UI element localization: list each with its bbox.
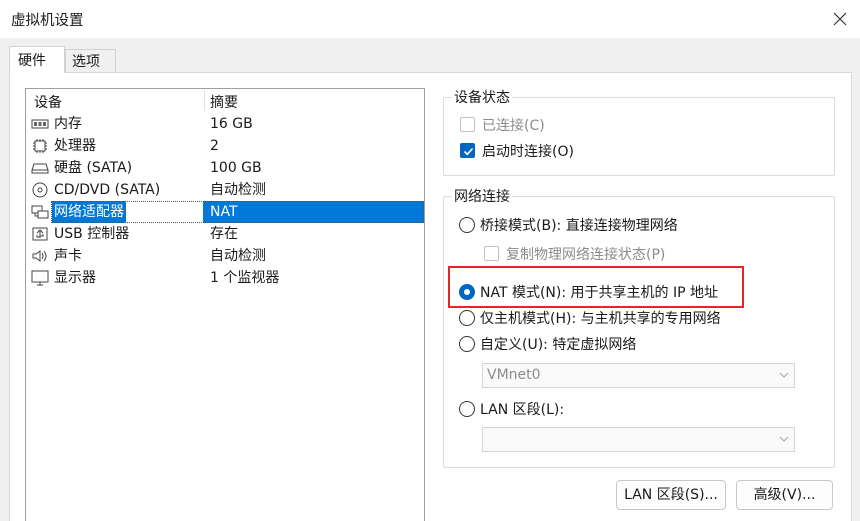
- checkbox-box[interactable]: [460, 143, 475, 158]
- chevron-down-icon: [779, 436, 789, 442]
- device-row-display[interactable]: 显示器 1 个监视器: [26, 267, 424, 289]
- tab-hardware[interactable]: 硬件: [9, 46, 65, 73]
- radio-button[interactable]: [459, 336, 475, 352]
- device-row-usb[interactable]: USB 控制器 存在: [26, 223, 424, 245]
- device-name: 硬盘 (SATA): [54, 160, 133, 176]
- device-list-header: 设备 摘要: [26, 89, 424, 113]
- radio-label: 桥接模式(B): 直接连接物理网络: [480, 218, 678, 234]
- monitor-icon: [31, 270, 49, 286]
- radio-button[interactable]: [459, 310, 475, 326]
- device-name: 内存: [54, 116, 82, 132]
- device-summary: 1 个监视器: [210, 270, 280, 286]
- advanced-button[interactable]: 高级(V)...: [736, 480, 833, 510]
- device-summary: 100 GB: [210, 160, 262, 176]
- device-name: 声卡: [54, 248, 82, 264]
- device-row-hard-disk[interactable]: 硬盘 (SATA) 100 GB: [26, 157, 424, 179]
- speaker-icon: [31, 248, 49, 264]
- device-summary: NAT: [210, 204, 238, 220]
- checkbox-box[interactable]: [460, 117, 475, 132]
- network-connection-group: 网络连接 桥接模式(B): 直接连接物理网络 复制物理网络连接状态(P) NAT…: [443, 186, 835, 468]
- lan-segment-select[interactable]: [482, 427, 795, 452]
- checkbox-label: 复制物理网络连接状态(P): [506, 247, 666, 263]
- group-title: 网络连接: [452, 186, 512, 206]
- device-name: USB 控制器: [54, 226, 130, 242]
- device-row-sound-card[interactable]: 声卡 自动检测: [26, 245, 424, 267]
- device-row-memory[interactable]: 内存 16 GB: [26, 113, 424, 135]
- custom-network-select[interactable]: VMnet0: [482, 363, 795, 388]
- column-header-device[interactable]: 设备: [34, 92, 62, 112]
- device-summary: 16 GB: [210, 116, 253, 132]
- device-name: 网络适配器: [52, 201, 126, 223]
- device-summary: 存在: [210, 226, 238, 242]
- device-row-cd-dvd[interactable]: CD/DVD (SATA) 自动检测: [26, 179, 424, 201]
- tab-options[interactable]: 选项: [65, 49, 116, 73]
- cd-dvd-icon: [31, 182, 49, 198]
- close-icon: [833, 12, 847, 26]
- group-title: 设备状态: [452, 87, 512, 107]
- device-summary: 自动检测: [210, 182, 266, 198]
- lan-segments-button[interactable]: LAN 区段(S)...: [616, 480, 726, 510]
- tab-hardware-label: 硬件: [18, 53, 46, 69]
- radio-label: 自定义(U): 特定虚拟网络: [480, 337, 637, 353]
- processor-icon: [31, 138, 49, 154]
- tab-options-label: 选项: [72, 54, 100, 70]
- select-value: VMnet0: [487, 367, 541, 383]
- radio-label: LAN 区段(L):: [480, 402, 565, 418]
- title-bar: 虚拟机设置: [0, 0, 860, 38]
- device-summary: 自动检测: [210, 248, 266, 264]
- network-adapter-icon: [31, 204, 49, 220]
- checkbox-label: 启动时连接(O): [482, 144, 574, 160]
- close-button[interactable]: [820, 0, 860, 38]
- radio-button[interactable]: [459, 217, 475, 233]
- device-summary: 2: [210, 138, 219, 154]
- device-row-network-adapter[interactable]: 网络适配器 NAT: [26, 201, 424, 223]
- hard-disk-icon: [31, 160, 49, 176]
- device-name: 显示器: [54, 270, 96, 286]
- check-icon: [463, 147, 474, 156]
- checkbox-label: 已连接(C): [482, 118, 545, 134]
- radio-button[interactable]: [459, 401, 475, 417]
- window-title: 虚拟机设置: [11, 13, 84, 29]
- column-header-summary[interactable]: 摘要: [210, 92, 238, 112]
- device-name: 处理器: [54, 138, 96, 154]
- device-row-processor[interactable]: 处理器 2: [26, 135, 424, 157]
- checkbox-box[interactable]: [484, 246, 499, 261]
- column-divider[interactable]: [204, 91, 205, 111]
- device-name: CD/DVD (SATA): [54, 182, 161, 198]
- memory-icon: [31, 116, 49, 132]
- device-list[interactable]: 设备 摘要 内存 16 GB 处理器 2 硬盘 (SATA) 100 GB CD…: [25, 88, 425, 521]
- usb-icon: [31, 226, 49, 242]
- device-status-group: 设备状态 已连接(C) 启动时连接(O): [443, 87, 835, 176]
- chevron-down-icon: [779, 372, 789, 378]
- radio-label: 仅主机模式(H): 与主机共享的专用网络: [480, 311, 721, 327]
- nat-highlight-annotation: [448, 266, 744, 308]
